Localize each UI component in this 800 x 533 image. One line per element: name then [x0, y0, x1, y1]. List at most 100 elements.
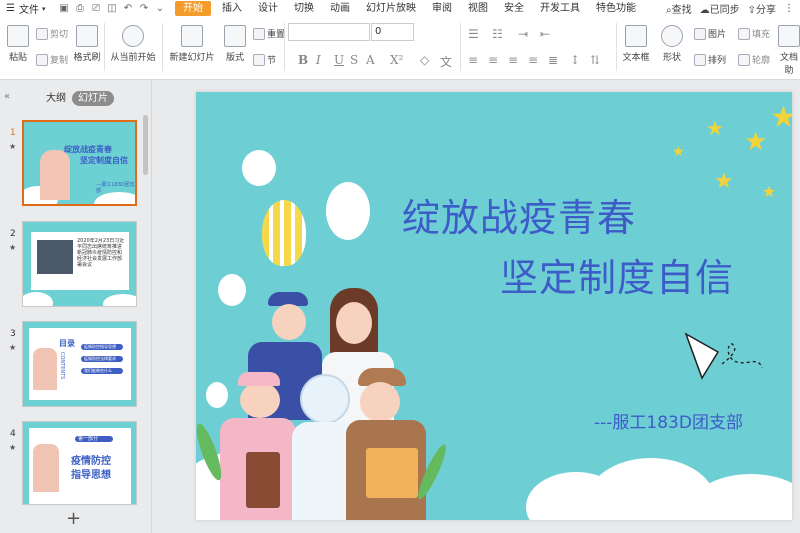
tab-outline[interactable]: 大纲 [40, 91, 72, 106]
cloud-shape [103, 294, 136, 306]
slide-thumbnail-1[interactable]: 绽放战疫青春 坚定制度自信 ---服工183D团支部 [22, 120, 137, 206]
slide-thumbnail-3[interactable]: 目录 CONTENTS 疫情防控指导思想 疫情防控法律要求 我们能做些什么 [22, 321, 137, 407]
bold-icon[interactable]: B [298, 53, 308, 67]
reset-button[interactable]: 重置 [253, 27, 285, 40]
shape-button[interactable]: 形状 [656, 25, 688, 63]
outline-label: 轮廓 [752, 56, 771, 66]
cloud-shape [23, 292, 53, 306]
new-slide-button[interactable]: 新建幻灯片 [168, 25, 216, 63]
underline-icon[interactable]: U [334, 53, 344, 67]
slide-subtitle[interactable]: ---服工183D团支部 [594, 408, 743, 433]
thumb-contents-heading: 目录 [59, 339, 75, 348]
align-center-icon[interactable]: ≡ [488, 53, 498, 67]
copy-button[interactable]: 复制 [36, 53, 68, 66]
font-size-input[interactable]: 0 [371, 23, 414, 41]
picture-label: 图片 [708, 30, 727, 40]
sync-button[interactable]: ☁已同步 [700, 1, 740, 16]
font-color-picker-icon[interactable]: 文 [440, 53, 452, 70]
star-icon: ★ [762, 182, 777, 201]
picture-button[interactable]: 图片 [694, 27, 726, 40]
slide-title-line-2[interactable]: 坚定制度自信 [500, 247, 734, 302]
tab-developer[interactable]: 开发工具 [532, 0, 588, 17]
people-illustration [33, 348, 57, 390]
textbox-button[interactable]: 文本框 [620, 25, 652, 63]
more-options-icon[interactable]: ⋮ [784, 3, 794, 14]
numbering-icon[interactable]: ☷ [492, 27, 503, 41]
bullets-icon[interactable]: ☰ [468, 27, 479, 41]
save-icon[interactable]: ▣ [56, 3, 72, 14]
slide-thumbnail-4[interactable]: 第一部分 疫情防控 指导思想 [22, 421, 137, 505]
align-right-icon[interactable]: ≡ [508, 53, 518, 67]
tab-transition[interactable]: 切换 [286, 0, 322, 17]
tab-insert[interactable]: 插入 [214, 0, 250, 17]
tab-design[interactable]: 设计 [250, 0, 286, 17]
collapse-panel-icon[interactable]: « [4, 91, 10, 102]
shadow-text-icon[interactable]: S [350, 53, 358, 67]
redo-icon[interactable]: ↷ [136, 3, 152, 14]
cloud-shape [326, 182, 370, 240]
reset-icon [253, 27, 265, 40]
arrange-label: 排列 [708, 56, 727, 66]
paste-button[interactable]: 粘贴 [4, 25, 32, 63]
file-menu[interactable]: ☰ 文件 ▾ [0, 1, 56, 16]
star-icon: ★ [706, 116, 724, 140]
search-label: 查找 [671, 5, 692, 16]
slide-title-line-1[interactable]: 绽放战疫青春 [402, 187, 636, 242]
line-spacing-icon[interactable]: ↕ [570, 53, 580, 67]
thumb-subtitle: ---服工183D团支部 [96, 182, 135, 194]
font-name-input[interactable] [288, 23, 370, 41]
italic-icon[interactable]: I [316, 53, 321, 67]
share-button[interactable]: ⇪分享 [748, 1, 776, 16]
people-illustration [33, 444, 59, 492]
panel-scrollbar[interactable] [143, 115, 148, 175]
slide-thumbnail-2[interactable]: 2020年2月23日习近平同志出席统筹推进新冠肺炎疫情防控和经济社会发展工作部署… [22, 221, 137, 307]
thumb-toc-item: 我们能做些什么 [81, 368, 123, 374]
outdent-icon[interactable]: ⇤ [540, 27, 550, 41]
preview-icon[interactable]: ◫ [104, 3, 120, 14]
font-color-icon[interactable]: A [366, 53, 375, 67]
layout-button[interactable]: 版式 [222, 25, 248, 63]
tab-features[interactable]: 特色功能 [588, 0, 644, 17]
add-slide-button[interactable]: + [66, 508, 81, 529]
fill-button[interactable]: 填充 [738, 27, 770, 40]
doc-assistant-button[interactable]: 文档助 [776, 25, 800, 76]
picture-icon [694, 27, 706, 40]
clear-format-icon[interactable]: ◇ [420, 53, 429, 67]
play-from-current-button[interactable]: 从当前开始 [108, 25, 158, 63]
export-pdf-icon[interactable]: ⎙ [72, 3, 88, 14]
align-left-icon[interactable]: ≡ [468, 53, 478, 67]
tab-slideshow[interactable]: 幻灯片放映 [358, 0, 424, 17]
arrange-button[interactable]: 排列 [694, 53, 726, 66]
slide-canvas[interactable]: ★ ★ ★ ★ ★ ★ 绽放战疫青春 坚定制度自信 ---服工183D团支部 [196, 92, 792, 520]
section-button[interactable]: 节 [253, 53, 276, 66]
distribute-icon[interactable]: ≣ [548, 53, 558, 67]
outline-button[interactable]: 轮廓 [738, 53, 770, 66]
fill-label: 填充 [752, 30, 771, 40]
tab-animation[interactable]: 动画 [322, 0, 358, 17]
search-button[interactable]: ⌕查找 [666, 1, 692, 16]
superscript-icon[interactable]: X² [390, 53, 403, 67]
tab-security[interactable]: 安全 [496, 0, 532, 17]
divider [616, 23, 617, 71]
cloud-shape [206, 382, 228, 408]
tab-slides[interactable]: 幻灯片 [72, 91, 114, 106]
undo-icon[interactable]: ↶ [120, 3, 136, 14]
sync-icon: ☁ [699, 5, 710, 16]
tab-review[interactable]: 审阅 [424, 0, 460, 17]
copy-label: 复制 [50, 56, 69, 66]
thumb-section-title-1: 疫情防控 [71, 456, 111, 467]
justify-icon[interactable]: ≡ [528, 53, 538, 67]
text-direction-icon[interactable]: ⇅ [590, 53, 600, 67]
tab-home[interactable]: 开始 [175, 1, 211, 16]
indent-icon[interactable]: ⇥ [518, 27, 528, 41]
tab-view[interactable]: 视图 [460, 0, 496, 17]
thumb-toc-item: 疫情防控法律要求 [81, 356, 123, 362]
layout-label: 版式 [225, 53, 244, 63]
animation-star-icon: ★ [9, 142, 17, 151]
more-icon[interactable]: ⌄ [152, 3, 168, 14]
print-icon[interactable]: ⎚ [88, 3, 104, 14]
cut-button[interactable]: 剪切 [36, 27, 68, 40]
chevron-down-icon: ▾ [41, 4, 46, 13]
format-painter-button[interactable]: 格式刷 [72, 25, 102, 63]
thumb-toc-item: 疫情防控指导思想 [81, 344, 123, 350]
